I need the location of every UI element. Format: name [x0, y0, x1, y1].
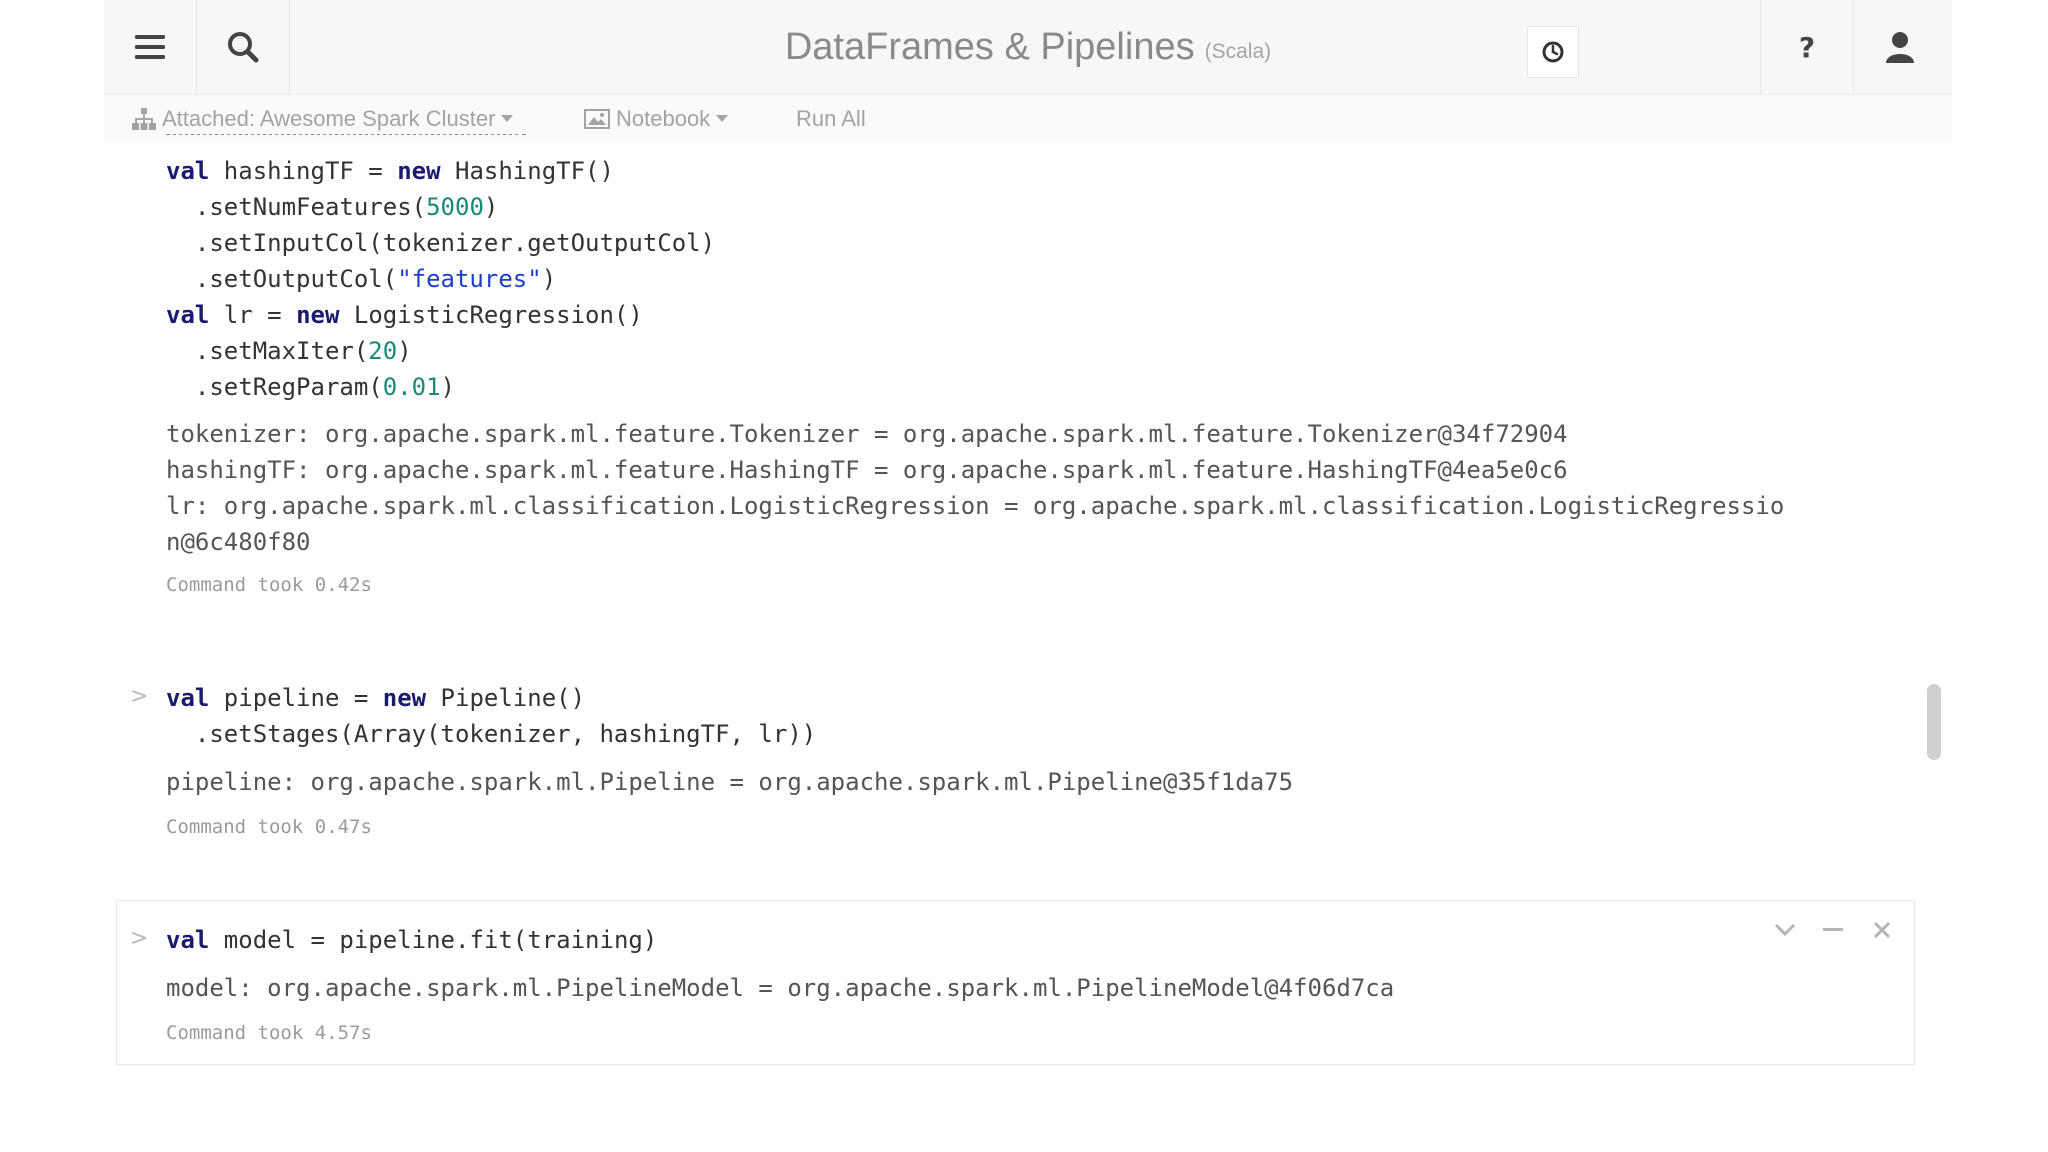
run-all-button[interactable]: Run All [796, 95, 866, 142]
code-line: val pipeline = new Pipeline() [166, 680, 816, 716]
image-icon [584, 108, 610, 129]
code-cell-2-source[interactable]: val pipeline = new Pipeline() .setStages… [166, 680, 816, 752]
notebook-label: Notebook [616, 105, 711, 131]
code-line: val hashingTF = new HashingTF() [166, 153, 715, 189]
code-cell-1-source[interactable]: val hashingTF = new HashingTF() .setNumF… [166, 153, 715, 405]
clock-icon [1542, 41, 1564, 63]
code-line: val lr = new LogisticRegression() [166, 297, 715, 333]
code-cell-2-output: pipeline: org.apache.spark.ml.Pipeline =… [166, 764, 1293, 800]
cell-options-button[interactable] [1767, 912, 1803, 948]
code-number: 5000 [426, 193, 484, 221]
code-token: Pipeline() [426, 684, 586, 712]
output-line: n@6c480f80 [166, 528, 311, 556]
code-keyword: val [166, 684, 210, 712]
run-all-label: Run All [796, 105, 866, 131]
code-token: .setMaxIter( [166, 337, 369, 365]
output-line: pipeline: org.apache.spark.ml.Pipeline =… [166, 768, 1294, 796]
code-cell-1-output: tokenizer: org.apache.spark.ml.feature.T… [166, 416, 1784, 560]
code-token: .setOutputCol( [166, 265, 398, 293]
code-token: .setStages(Array(tokenizer, hashingTF, l… [166, 720, 817, 748]
toolbar-divider [289, 0, 290, 94]
code-line: val model = pipeline.fit(training) [166, 922, 657, 958]
code-token: lr = [209, 301, 297, 329]
code-keyword: val [166, 157, 210, 185]
code-line: .setOutputCol("features") [166, 261, 715, 297]
help-button[interactable]: ? [1761, 0, 1853, 94]
chevron-right-icon[interactable]: > [130, 926, 148, 951]
cluster-icon [132, 107, 156, 130]
code-line: .setNumFeatures(5000) [166, 189, 715, 225]
command-timing: Command took 0.47s [166, 816, 372, 838]
code-number: 0.01 [382, 373, 441, 401]
code-keyword: new [382, 684, 427, 712]
code-keyword: val [166, 926, 210, 954]
notebook-dropdown[interactable]: Notebook [584, 95, 729, 142]
code-token: LogisticRegression() [339, 301, 643, 329]
code-string: "features" [397, 265, 542, 293]
chevron-down-icon [716, 115, 729, 122]
cell-delete-button[interactable] [1864, 912, 1900, 948]
command-timing: Command took 0.42s [166, 574, 372, 596]
code-token: pipeline = [209, 684, 383, 712]
cluster-label: Attached: Awesome Spark Cluster [162, 105, 496, 131]
code-token: model = pipeline.fit(training) [209, 926, 658, 954]
code-cell-3-source[interactable]: val model = pipeline.fit(training) [166, 922, 657, 958]
code-token: HashingTF() [440, 157, 614, 185]
notebook-title-text: DataFrames & Pipelines [784, 25, 1195, 68]
code-token: hashingTF = [209, 157, 398, 185]
output-line: tokenizer: org.apache.spark.ml.feature.T… [166, 420, 1568, 448]
code-line: .setInputCol(tokenizer.getOutputCol) [166, 225, 715, 261]
scrollbar-thumb[interactable] [1927, 684, 1941, 760]
chevron-down-icon [1774, 923, 1796, 937]
code-line: .setMaxIter(20) [166, 333, 715, 369]
code-token: ) [483, 193, 499, 221]
code-token: .setInputCol(tokenizer.getOutputCol) [166, 229, 716, 257]
chevron-right-icon[interactable]: > [130, 684, 148, 709]
minus-icon [1823, 928, 1843, 931]
command-timing: Command took 4.57s [166, 1022, 372, 1044]
output-line: hashingTF: org.apache.spark.ml.feature.H… [166, 456, 1568, 484]
clipped-code-line [166, 134, 526, 139]
code-token: ) [541, 265, 557, 293]
search-button[interactable] [197, 0, 289, 94]
code-token: ) [397, 337, 412, 365]
code-keyword: new [397, 157, 441, 185]
menu-icon [135, 35, 165, 59]
close-icon [1873, 921, 1891, 939]
revision-history-button[interactable] [1527, 26, 1579, 78]
output-line: model: org.apache.spark.ml.PipelineModel… [166, 974, 1395, 1002]
code-cell-3-output: model: org.apache.spark.ml.PipelineModel… [166, 970, 1394, 1006]
user-icon [1886, 32, 1914, 63]
menu-button[interactable] [104, 0, 196, 94]
code-number: 20 [368, 337, 398, 365]
code-line: .setRegParam(0.01) [166, 369, 715, 405]
cell-minimize-button[interactable] [1815, 912, 1851, 948]
output-line: lr: org.apache.spark.ml.classification.L… [166, 492, 1785, 520]
notebook-language: (Scala) [1204, 40, 1272, 63]
user-button[interactable] [1854, 0, 1946, 94]
code-keyword: val [166, 301, 210, 329]
top-bar: DataFrames & Pipelines (Scala) ? [104, 0, 1952, 95]
code-keyword: new [296, 301, 340, 329]
help-icon: ? [1798, 30, 1816, 64]
search-icon [228, 32, 259, 63]
chevron-down-icon [501, 115, 514, 122]
code-token: ) [440, 373, 455, 401]
code-line: .setStages(Array(tokenizer, hashingTF, l… [166, 716, 816, 752]
code-token: .setNumFeatures( [166, 193, 427, 221]
notebook-title: DataFrames & Pipelines (Scala) [104, 0, 1952, 94]
code-token: .setRegParam( [166, 373, 383, 401]
